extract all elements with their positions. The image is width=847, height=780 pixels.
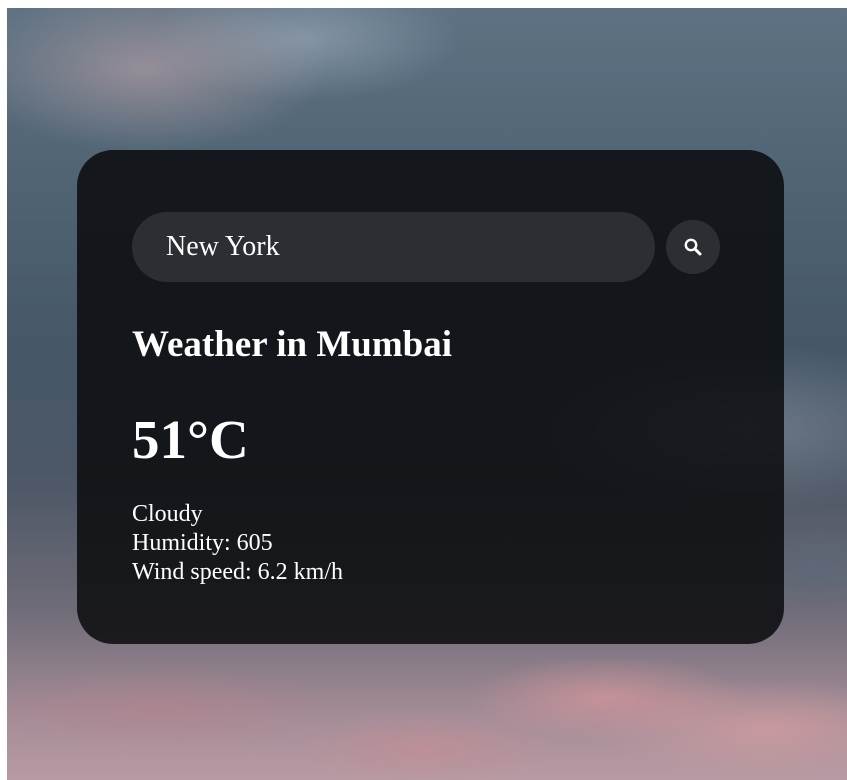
search-icon	[683, 237, 703, 257]
search-bar	[132, 212, 722, 282]
weather-card: Weather in Mumbai 51°C Cloudy Humidity: …	[77, 150, 784, 644]
wind-speed-value: Wind speed: 6.2 km/h	[132, 559, 344, 585]
weather-details: Cloudy Humidity: 605 Wind speed: 6.2 km/…	[132, 500, 343, 587]
search-button[interactable]	[666, 220, 720, 274]
background-sky: Weather in Mumbai 51°C Cloudy Humidity: …	[7, 8, 847, 780]
city-search-input[interactable]	[132, 212, 655, 282]
temperature-value: 51°C	[132, 409, 249, 470]
weather-description: Cloudy	[132, 501, 203, 527]
humidity-value: Humidity: 605	[132, 530, 273, 556]
weather-city-title: Weather in Mumbai	[132, 324, 452, 365]
